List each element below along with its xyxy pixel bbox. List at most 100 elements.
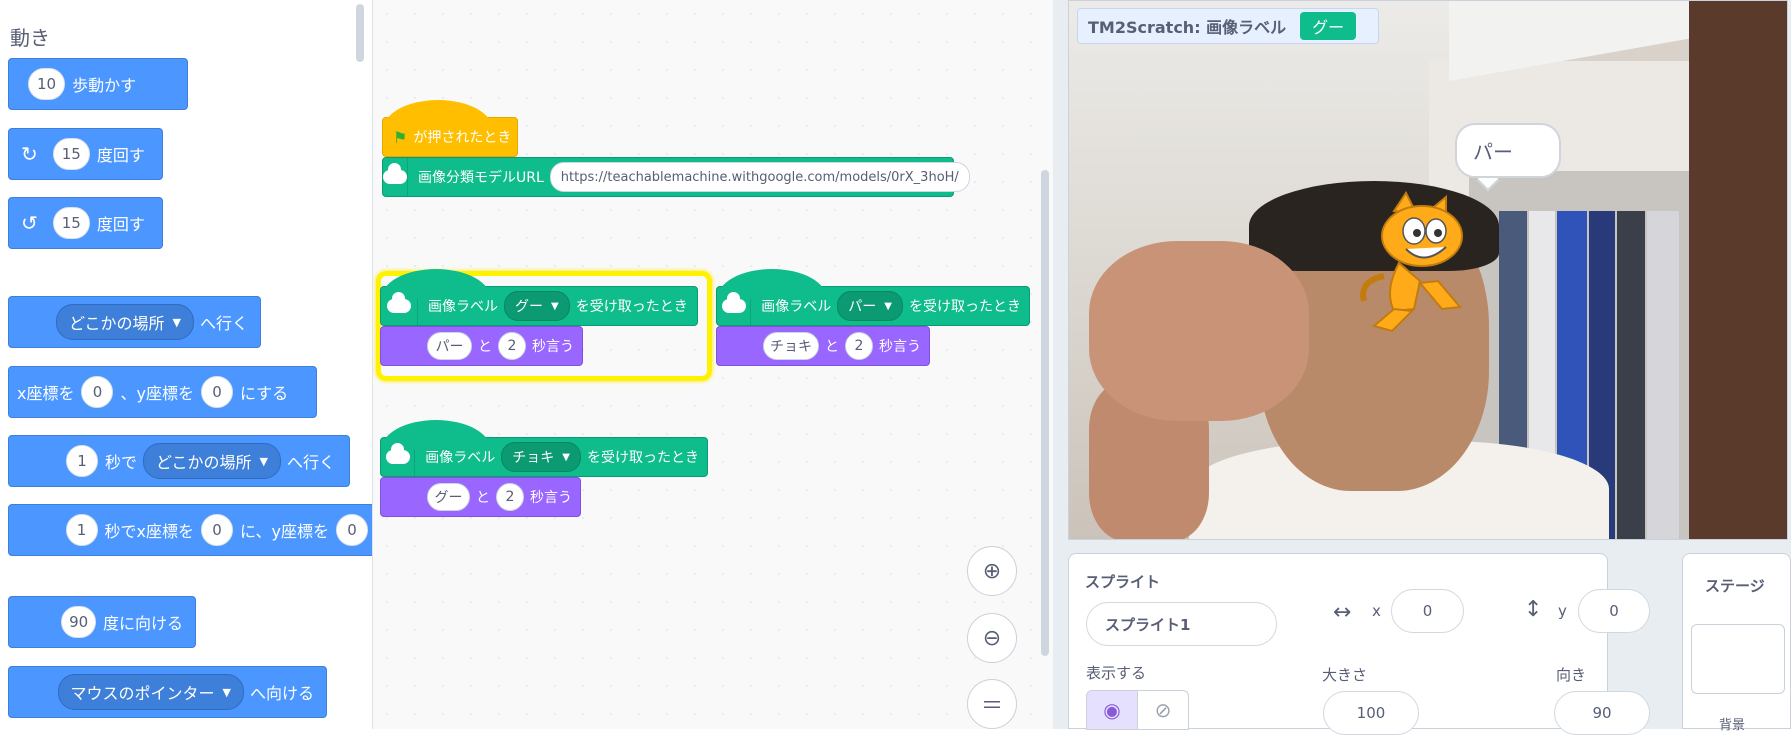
label-dropdown[interactable]: グー ▼ xyxy=(504,291,570,321)
y-input[interactable]: 0 xyxy=(200,376,233,408)
person xyxy=(1089,241,1309,421)
degrees-input[interactable]: 15 xyxy=(52,207,90,239)
block-label: 画像ラベル xyxy=(425,450,496,466)
say-text-input[interactable]: チョキ xyxy=(763,332,819,360)
seconds-input[interactable]: 1 xyxy=(65,514,98,546)
cloud-icon xyxy=(383,158,408,196)
speech-bubble: パー xyxy=(1455,123,1561,178)
x-label: x xyxy=(1372,602,1381,620)
horizontal-arrow-icon: ↔ xyxy=(1333,600,1352,625)
stage-selector-panel[interactable]: ステージ 背景 xyxy=(1682,553,1791,733)
direction-input[interactable]: 90 xyxy=(61,606,96,638)
move-steps-block[interactable]: 10 歩動かす xyxy=(8,58,188,110)
block-label: と xyxy=(478,339,492,355)
glide-target-dropdown[interactable]: どこかの場所 ▼ xyxy=(143,443,282,479)
block-label: 秒言う xyxy=(879,339,921,355)
block-label: を受け取ったとき xyxy=(587,450,699,466)
hide-sprite-button[interactable]: ⊘ xyxy=(1137,690,1189,730)
y-input[interactable]: 0 xyxy=(336,514,368,546)
block-label: 度回す xyxy=(96,215,145,234)
backdrop-label: 背景 xyxy=(1719,718,1746,733)
turn-right-block[interactable]: ↻ 15 度回す xyxy=(8,128,163,180)
block-label: が押されたとき xyxy=(413,130,512,146)
say-text-input[interactable]: グー xyxy=(427,483,470,511)
turn-left-block[interactable]: ↺ 15 度回す xyxy=(8,197,163,249)
block-label: と xyxy=(476,490,490,506)
green-flag-icon: ⚑ xyxy=(393,127,408,147)
point-direction-block[interactable]: 90 度に向ける xyxy=(8,596,196,648)
stage-canvas[interactable] xyxy=(1068,0,1788,540)
block-label: 度回す xyxy=(96,146,145,165)
vertical-arrow-icon: ↕ xyxy=(1524,597,1543,622)
point-towards-block[interactable]: マウスのポインター ▼ へ向ける xyxy=(8,666,327,718)
chevron-down-icon: ▼ xyxy=(884,300,892,312)
say-for-secs-block[interactable]: グー と 2 秒言う xyxy=(380,477,581,517)
x-position-input[interactable]: 0 xyxy=(1391,589,1464,633)
seconds-input[interactable]: 2 xyxy=(496,483,524,511)
show-sprite-button[interactable]: ◉ xyxy=(1086,690,1138,730)
block-label: にする xyxy=(239,384,289,403)
rotate-left-icon: ↺ xyxy=(21,211,38,235)
eye-icon: ◉ xyxy=(1103,698,1121,722)
chevron-down-icon: ▼ xyxy=(562,451,570,463)
cat-sprite[interactable] xyxy=(1354,191,1494,341)
sprite-name-input[interactable]: スプライト1 xyxy=(1086,602,1277,646)
block-label: 秒言う xyxy=(532,339,574,355)
script-scrollbar[interactable] xyxy=(1041,170,1049,656)
eye-slash-icon: ⊘ xyxy=(1154,698,1172,722)
palette-scrollbar[interactable] xyxy=(356,4,364,62)
zoom-reset-button[interactable]: ＝ xyxy=(967,679,1017,729)
stage-thumbnail[interactable] xyxy=(1691,624,1785,694)
when-flag-clicked-block[interactable]: ⚑ が押されたとき xyxy=(382,100,518,157)
clothing xyxy=(1647,211,1679,539)
say-text-input[interactable]: パー xyxy=(427,332,472,360)
say-for-secs-block[interactable]: パー と 2 秒言う xyxy=(380,326,583,366)
block-label: 秒で xyxy=(105,453,138,472)
block-label: と xyxy=(825,339,839,355)
x-input[interactable]: 0 xyxy=(201,514,233,546)
variable-monitor[interactable]: TM2Scratch: 画像ラベル グー xyxy=(1077,8,1379,44)
label-dropdown[interactable]: パー ▼ xyxy=(837,291,903,321)
seconds-input[interactable]: 2 xyxy=(498,332,526,360)
chevron-down-icon: ▼ xyxy=(551,300,559,312)
model-url-block[interactable]: 画像分類モデルURL https://teachablemachine.with… xyxy=(382,157,970,197)
seconds-input[interactable]: 2 xyxy=(845,332,873,360)
point-target-dropdown[interactable]: マウスのポインター ▼ xyxy=(57,674,244,710)
goto-target-dropdown[interactable]: どこかの場所 ▼ xyxy=(55,304,194,340)
block-label: に、y座標を xyxy=(240,522,329,541)
when-label-received-block[interactable]: 画像ラベル パー ▼ を受け取ったとき xyxy=(716,269,1030,326)
y-position-input[interactable]: 0 xyxy=(1578,589,1650,633)
x-input[interactable]: 0 xyxy=(81,376,114,408)
rotate-right-icon: ↻ xyxy=(21,142,38,166)
speech-text: パー xyxy=(1473,140,1513,164)
size-label: 大きさ xyxy=(1322,666,1368,684)
block-label: 画像分類モデルURL xyxy=(418,170,544,186)
block-label: 、y座標を xyxy=(120,384,194,403)
block-label: 度に向ける xyxy=(102,614,183,633)
glide-to-block[interactable]: 1 秒で どこかの場所 ▼ へ行く xyxy=(8,435,350,487)
clothing xyxy=(1617,211,1645,539)
cloud-icon xyxy=(381,438,416,476)
seconds-input[interactable]: 1 xyxy=(66,445,98,477)
sprite-panel-title: スプライト xyxy=(1085,573,1161,591)
zoom-in-button[interactable]: ⊕ xyxy=(967,546,1017,596)
label-dropdown[interactable]: チョキ ▼ xyxy=(501,442,581,472)
chevron-down-icon: ▼ xyxy=(172,315,181,329)
glide-xy-block[interactable]: 1 秒でx座標を 0 に、y座標を 0 xyxy=(8,504,372,556)
category-title: 動き xyxy=(10,26,50,50)
block-label: 画像ラベル xyxy=(428,299,498,315)
when-label-received-block[interactable]: 画像ラベル グー ▼ を受け取ったとき xyxy=(380,269,698,326)
when-label-received-block[interactable]: 画像ラベル チョキ ▼ を受け取ったとき xyxy=(380,420,708,477)
model-url-input[interactable]: https://teachablemachine.withgoogle.com/… xyxy=(549,162,970,192)
block-label: へ行く xyxy=(199,314,248,333)
degrees-input[interactable]: 15 xyxy=(52,138,90,170)
background-door xyxy=(1689,1,1787,539)
monitor-label: TM2Scratch: 画像ラベル xyxy=(1088,18,1287,37)
set-xy-block[interactable]: x座標を 0 、y座標を 0 にする xyxy=(8,366,317,418)
say-for-secs-block[interactable]: チョキ と 2 秒言う xyxy=(716,326,930,366)
size-input[interactable]: 100 xyxy=(1323,691,1419,735)
goto-block[interactable]: どこかの場所 ▼ へ行く xyxy=(8,296,261,348)
zoom-out-button[interactable]: ⊖ xyxy=(967,613,1017,663)
direction-input[interactable]: 90 xyxy=(1554,691,1650,735)
steps-input[interactable]: 10 xyxy=(28,68,66,100)
